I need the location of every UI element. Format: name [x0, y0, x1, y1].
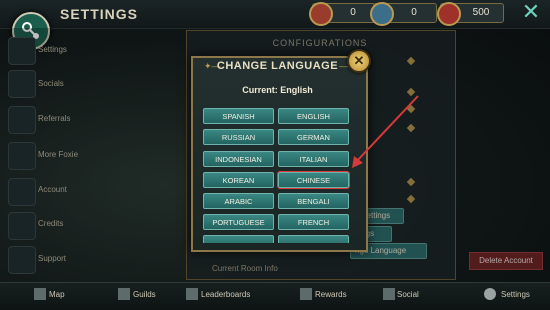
annotation-arrow-icon [352, 95, 419, 168]
